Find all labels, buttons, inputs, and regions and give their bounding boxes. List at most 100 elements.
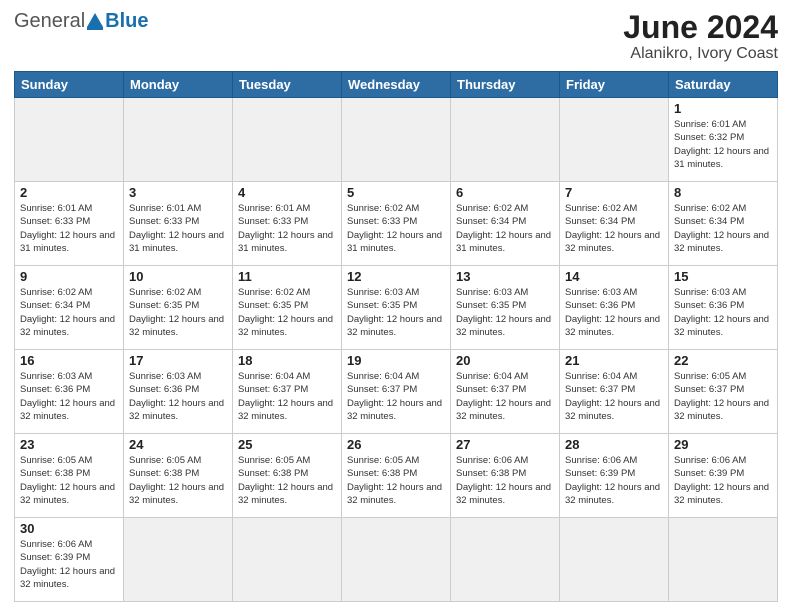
day-number: 8	[674, 185, 772, 200]
day-number: 9	[20, 269, 118, 284]
day-info: Sunrise: 6:03 AM Sunset: 6:35 PM Dayligh…	[347, 286, 445, 339]
day-number: 5	[347, 185, 445, 200]
day-info: Sunrise: 6:06 AM Sunset: 6:39 PM Dayligh…	[565, 454, 663, 507]
calendar-day-cell	[15, 98, 124, 182]
day-info: Sunrise: 6:03 AM Sunset: 6:36 PM Dayligh…	[674, 286, 772, 339]
header: General Blue June 2024 Alanikro, Ivory C…	[14, 10, 778, 63]
day-info: Sunrise: 6:02 AM Sunset: 6:33 PM Dayligh…	[347, 202, 445, 255]
calendar-day-header: Thursday	[451, 72, 560, 98]
day-number: 3	[129, 185, 227, 200]
calendar-day-cell: 29 Sunrise: 6:06 AM Sunset: 6:39 PM Dayli…	[669, 434, 778, 518]
calendar-day-cell: 19 Sunrise: 6:04 AM Sunset: 6:37 PM Dayli…	[342, 350, 451, 434]
calendar-day-cell: 3Sunrise: 6:01 AM Sunset: 6:33 PM Daylig…	[124, 182, 233, 266]
day-number: 30	[20, 521, 118, 536]
logo-general-text: General	[14, 10, 85, 33]
calendar-day-cell: 20 Sunrise: 6:04 AM Sunset: 6:37 PM Dayli…	[451, 350, 560, 434]
day-number: 14	[565, 269, 663, 284]
calendar-day-cell: 18 Sunrise: 6:04 AM Sunset: 6:37 PM Dayli…	[233, 350, 342, 434]
calendar-day-cell: 23 Sunrise: 6:05 AM Sunset: 6:38 PM Dayli…	[15, 434, 124, 518]
page: General Blue June 2024 Alanikro, Ivory C…	[0, 0, 792, 612]
calendar-day-cell: 5 Sunrise: 6:02 AM Sunset: 6:33 PM Daylig…	[342, 182, 451, 266]
day-info: Sunrise: 6:03 AM Sunset: 6:36 PM Dayligh…	[129, 370, 227, 423]
day-info: Sunrise: 6:05 AM Sunset: 6:38 PM Dayligh…	[129, 454, 227, 507]
calendar-header-row: SundayMondayTuesdayWednesdayThursdayFrid…	[15, 72, 778, 98]
day-number: 2	[20, 185, 118, 200]
day-number: 24	[129, 437, 227, 452]
calendar-day-cell: 28Sunrise: 6:06 AM Sunset: 6:39 PM Dayli…	[560, 434, 669, 518]
calendar-day-cell: 11 Sunrise: 6:02 AM Sunset: 6:35 PM Dayli…	[233, 266, 342, 350]
calendar-day-cell: 10 Sunrise: 6:02 AM Sunset: 6:35 PM Dayli…	[124, 266, 233, 350]
calendar-day-cell	[124, 518, 233, 602]
day-info: Sunrise: 6:02 AM Sunset: 6:34 PM Dayligh…	[456, 202, 554, 255]
day-number: 12	[347, 269, 445, 284]
day-info: Sunrise: 6:04 AM Sunset: 6:37 PM Dayligh…	[347, 370, 445, 423]
day-info: Sunrise: 6:03 AM Sunset: 6:36 PM Dayligh…	[565, 286, 663, 339]
day-info: Sunrise: 6:02 AM Sunset: 6:35 PM Dayligh…	[129, 286, 227, 339]
day-info: Sunrise: 6:05 AM Sunset: 6:38 PM Dayligh…	[20, 454, 118, 507]
day-info: Sunrise: 6:05 AM Sunset: 6:37 PM Dayligh…	[674, 370, 772, 423]
calendar-day-cell: 21Sunrise: 6:04 AM Sunset: 6:37 PM Dayli…	[560, 350, 669, 434]
logo-blue-text: Blue	[105, 10, 148, 33]
calendar-day-cell	[233, 518, 342, 602]
calendar-day-cell: 22Sunrise: 6:05 AM Sunset: 6:37 PM Dayli…	[669, 350, 778, 434]
calendar-day-cell: 12 Sunrise: 6:03 AM Sunset: 6:35 PM Dayli…	[342, 266, 451, 350]
calendar-day-cell: 16 Sunrise: 6:03 AM Sunset: 6:36 PM Dayli…	[15, 350, 124, 434]
day-info: Sunrise: 6:04 AM Sunset: 6:37 PM Dayligh…	[238, 370, 336, 423]
day-number: 16	[20, 353, 118, 368]
day-number: 15	[674, 269, 772, 284]
day-number: 11	[238, 269, 336, 284]
day-number: 25	[238, 437, 336, 452]
calendar-day-cell: 9 Sunrise: 6:02 AM Sunset: 6:34 PM Daylig…	[15, 266, 124, 350]
month-title: June 2024	[623, 10, 778, 45]
calendar-day-header: Wednesday	[342, 72, 451, 98]
calendar-day-cell: 26Sunrise: 6:05 AM Sunset: 6:38 PM Dayli…	[342, 434, 451, 518]
day-number: 17	[129, 353, 227, 368]
calendar-day-cell: 6 Sunrise: 6:02 AM Sunset: 6:34 PM Daylig…	[451, 182, 560, 266]
day-number: 29	[674, 437, 772, 452]
day-number: 27	[456, 437, 554, 452]
calendar-day-cell: 13Sunrise: 6:03 AM Sunset: 6:35 PM Dayli…	[451, 266, 560, 350]
day-info: Sunrise: 6:05 AM Sunset: 6:38 PM Dayligh…	[347, 454, 445, 507]
day-number: 6	[456, 185, 554, 200]
day-info: Sunrise: 6:06 AM Sunset: 6:38 PM Dayligh…	[456, 454, 554, 507]
title-area: June 2024 Alanikro, Ivory Coast	[623, 10, 778, 63]
day-number: 18	[238, 353, 336, 368]
day-info: Sunrise: 6:06 AM Sunset: 6:39 PM Dayligh…	[674, 454, 772, 507]
day-info: Sunrise: 6:02 AM Sunset: 6:34 PM Dayligh…	[20, 286, 118, 339]
day-info: Sunrise: 6:03 AM Sunset: 6:35 PM Dayligh…	[456, 286, 554, 339]
day-number: 20	[456, 353, 554, 368]
calendar-day-cell	[451, 98, 560, 182]
calendar-day-cell: 7Sunrise: 6:02 AM Sunset: 6:34 PM Daylig…	[560, 182, 669, 266]
day-number: 23	[20, 437, 118, 452]
day-info: Sunrise: 6:02 AM Sunset: 6:34 PM Dayligh…	[565, 202, 663, 255]
calendar-week-row: 9 Sunrise: 6:02 AM Sunset: 6:34 PM Daylig…	[15, 266, 778, 350]
day-info: Sunrise: 6:04 AM Sunset: 6:37 PM Dayligh…	[456, 370, 554, 423]
calendar-day-cell	[342, 98, 451, 182]
day-number: 19	[347, 353, 445, 368]
day-info: Sunrise: 6:01 AM Sunset: 6:32 PM Dayligh…	[674, 118, 772, 171]
calendar-day-cell: 4Sunrise: 6:01 AM Sunset: 6:33 PM Daylig…	[233, 182, 342, 266]
day-number: 1	[674, 101, 772, 116]
day-info: Sunrise: 6:01 AM Sunset: 6:33 PM Dayligh…	[238, 202, 336, 255]
logo: General Blue	[14, 10, 149, 33]
calendar-day-cell: 15 Sunrise: 6:03 AM Sunset: 6:36 PM Dayli…	[669, 266, 778, 350]
calendar-day-header: Sunday	[15, 72, 124, 98]
calendar-week-row: 30Sunrise: 6:06 AM Sunset: 6:39 PM Dayli…	[15, 518, 778, 602]
day-number: 10	[129, 269, 227, 284]
day-info: Sunrise: 6:02 AM Sunset: 6:35 PM Dayligh…	[238, 286, 336, 339]
day-info: Sunrise: 6:01 AM Sunset: 6:33 PM Dayligh…	[20, 202, 118, 255]
calendar-day-cell: 14 Sunrise: 6:03 AM Sunset: 6:36 PM Dayli…	[560, 266, 669, 350]
calendar-day-header: Saturday	[669, 72, 778, 98]
day-number: 21	[565, 353, 663, 368]
calendar-day-cell: 1 Sunrise: 6:01 AM Sunset: 6:32 PM Daylig…	[669, 98, 778, 182]
calendar-day-cell: 2 Sunrise: 6:01 AM Sunset: 6:33 PM Daylig…	[15, 182, 124, 266]
day-info: Sunrise: 6:03 AM Sunset: 6:36 PM Dayligh…	[20, 370, 118, 423]
calendar-day-cell: 24 Sunrise: 6:05 AM Sunset: 6:38 PM Dayli…	[124, 434, 233, 518]
calendar-day-header: Tuesday	[233, 72, 342, 98]
day-info: Sunrise: 6:05 AM Sunset: 6:38 PM Dayligh…	[238, 454, 336, 507]
logo-icon	[85, 13, 105, 30]
calendar-day-cell	[124, 98, 233, 182]
calendar-day-cell: 8Sunrise: 6:02 AM Sunset: 6:34 PM Daylig…	[669, 182, 778, 266]
calendar-day-cell	[669, 518, 778, 602]
calendar-day-cell	[560, 98, 669, 182]
